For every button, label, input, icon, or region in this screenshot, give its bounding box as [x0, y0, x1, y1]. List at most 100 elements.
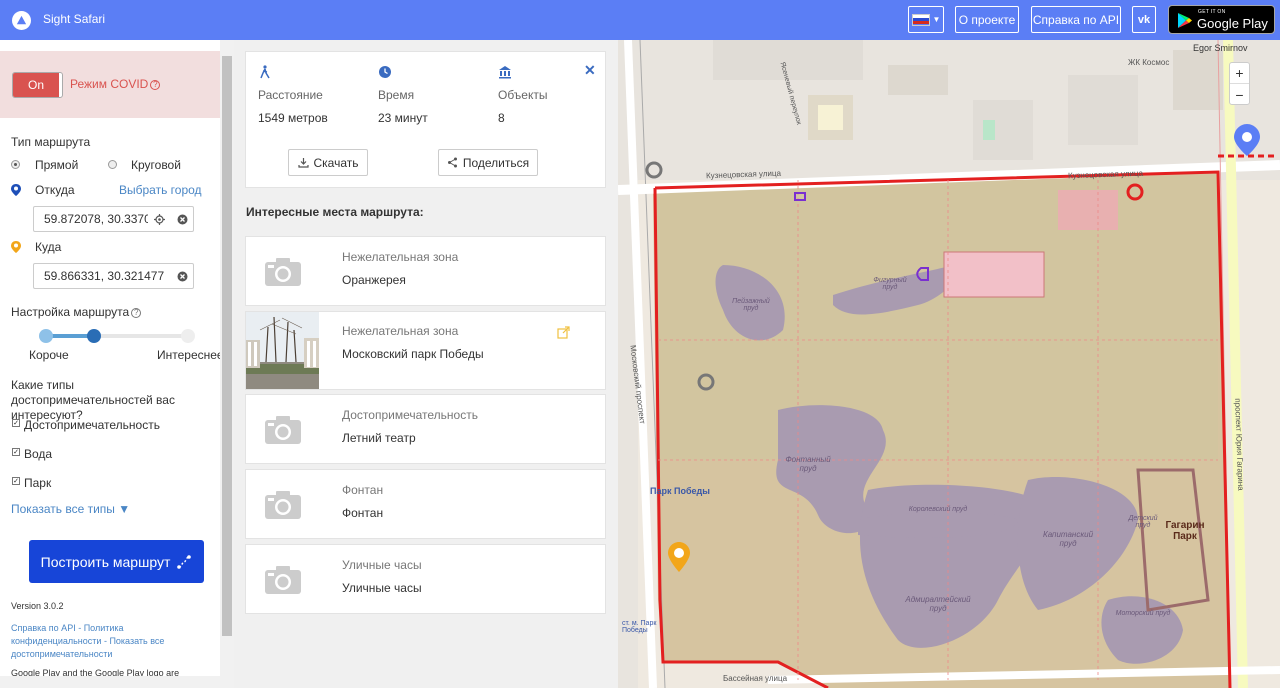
route-settings-sidebar: On Режим COVID? Тип маршрута Прямой Круг… [0, 40, 234, 688]
place-name: Фонтан [342, 506, 384, 520]
to-field[interactable] [33, 263, 194, 289]
checkbox-water[interactable]: ✓ [12, 448, 20, 456]
download-button[interactable]: Скачать [288, 149, 368, 176]
russian-flag-icon [911, 13, 930, 26]
chevron-down-icon: ▼ [932, 15, 941, 24]
scrollbar-thumb[interactable] [222, 56, 232, 636]
from-input[interactable] [44, 212, 148, 226]
build-route-button[interactable]: Построить маршрут [29, 540, 204, 583]
radio-circular[interactable] [108, 160, 117, 169]
place-category: Достопримечательность [342, 408, 478, 422]
map-label: Пейзажный пруд [732, 298, 770, 312]
google-play-badge[interactable]: GET IT ON Google Play [1168, 5, 1275, 34]
map-label: Парк Победы [650, 486, 710, 496]
choose-city-link[interactable]: Выбрать город [119, 183, 202, 197]
landmark-icon [499, 66, 511, 79]
share-button[interactable]: Поделиться [438, 149, 538, 176]
place-card[interactable]: Достопримечательность Летний театр [245, 394, 606, 464]
zoom-out-button[interactable]: − [1230, 84, 1249, 105]
checkbox-water-label[interactable]: Вода [24, 447, 52, 461]
clear-to-icon[interactable] [177, 271, 188, 282]
place-name: Оранжерея [342, 273, 406, 287]
show-all-types-link[interactable]: Показать все типы ▼ [11, 502, 130, 516]
help-icon[interactable]: ? [150, 79, 161, 90]
slider-min-knob [39, 329, 53, 343]
to-label: Куда [35, 240, 62, 254]
slider-shorter-label: Короче [29, 348, 69, 362]
sidebar-scrollbar[interactable] [220, 40, 234, 688]
from-field[interactable] [33, 206, 194, 232]
radio-circular-label[interactable]: Круговой [131, 158, 181, 172]
time-label: Время [378, 88, 415, 102]
place-category: Фонтан [342, 483, 384, 497]
checkbox-park[interactable]: ✓ [12, 477, 20, 485]
place-card[interactable]: Нежелательная зона Оранжерея [245, 236, 606, 306]
end-pin-icon [11, 241, 21, 253]
map-label: Фонтанный пруд [785, 455, 831, 473]
share-icon [447, 157, 457, 168]
map-label: Капитанский пруд [1042, 530, 1094, 548]
camera-placeholder-icon [246, 545, 319, 613]
from-label: Откуда [35, 183, 75, 197]
zoom-in-button[interactable]: + [1230, 63, 1249, 84]
map-label: ЖК Космос [1128, 58, 1170, 67]
checkbox-park-label[interactable]: Парк [24, 476, 51, 490]
walk-icon [260, 65, 270, 79]
place-category: Нежелательная зона [342, 324, 459, 338]
app-title[interactable]: Sight Safari [43, 12, 105, 26]
route-icon [177, 554, 192, 569]
route-settings-label: Настройка маршрута? [11, 305, 142, 319]
map-attribution[interactable]: Egor Smirnov [1193, 43, 1248, 53]
camera-placeholder-icon [246, 237, 319, 305]
map-canvas[interactable] [618, 40, 1280, 688]
close-icon[interactable]: ✕ [584, 62, 596, 79]
place-card[interactable]: Фонтан Фонтан [245, 469, 606, 539]
api-help-button[interactable]: Справка по API [1031, 6, 1121, 33]
camera-placeholder-icon [246, 395, 319, 463]
app-logo-icon[interactable] [12, 11, 31, 30]
camera-placeholder-icon [246, 470, 319, 538]
place-photo [246, 312, 319, 389]
footer-links: Справка по API - Политика конфиденциальн… [11, 623, 165, 659]
external-link-icon[interactable] [557, 326, 570, 339]
radio-direct[interactable] [11, 160, 20, 169]
api-link[interactable]: Справка по API [11, 623, 76, 633]
types-question: Какие типы достопримечательностей вас ин… [11, 378, 175, 422]
horizontal-scrollbar[interactable] [0, 676, 220, 688]
checkbox-sight[interactable]: ✓ [12, 419, 20, 427]
route-settings-text: Настройка маршрута [11, 305, 130, 319]
map-label: ст. м. Парк Победы [622, 620, 657, 634]
slider-max-knob [181, 329, 195, 343]
distance-value: 1549 метров [258, 111, 328, 125]
share-label: Поделиться [462, 155, 530, 170]
about-button[interactable]: О проекте [955, 6, 1019, 33]
place-name: Уличные часы [342, 581, 422, 595]
language-dropdown[interactable]: ▼ [908, 6, 944, 33]
time-value: 23 минут [378, 111, 428, 125]
place-card[interactable]: Уличные часы Уличные часы [245, 544, 606, 614]
locate-icon[interactable] [154, 214, 165, 225]
checkbox-sight-label[interactable]: Достопримечательность [24, 418, 160, 432]
to-input[interactable] [44, 269, 169, 283]
help-icon[interactable]: ? [131, 307, 142, 318]
route-type-label: Тип маршрута [11, 135, 91, 149]
version-text: Version 3.0.2 [11, 601, 64, 611]
covid-toggle[interactable]: On [12, 72, 63, 98]
map-label: Фигурный пруд [873, 277, 907, 291]
place-card[interactable]: Нежелательная зона Московский парк Побед… [245, 311, 606, 390]
objects-value: 8 [498, 111, 505, 125]
radio-direct-label[interactable]: Прямой [35, 158, 78, 172]
distance-label: Расстояние [258, 88, 323, 102]
objects-label: Объекты [498, 88, 548, 102]
top-bar: Sight Safari ▼ О проекте Справка по API … [0, 0, 1280, 40]
clear-from-icon[interactable] [177, 214, 188, 225]
gplay-big-text: Google Play [1197, 16, 1268, 31]
vk-icon[interactable]: vk [1132, 6, 1156, 33]
route-map[interactable]: Кузнецовская улица Кузнецовская улица Па… [618, 40, 1280, 688]
map-label: Адмиралтейский пруд [905, 595, 971, 613]
slider-handle[interactable] [87, 329, 101, 343]
build-route-label: Построить маршрут [40, 553, 171, 570]
google-play-icon [1178, 13, 1192, 28]
gplay-small-text: GET IT ON [1198, 9, 1226, 15]
clock-icon [379, 66, 391, 78]
